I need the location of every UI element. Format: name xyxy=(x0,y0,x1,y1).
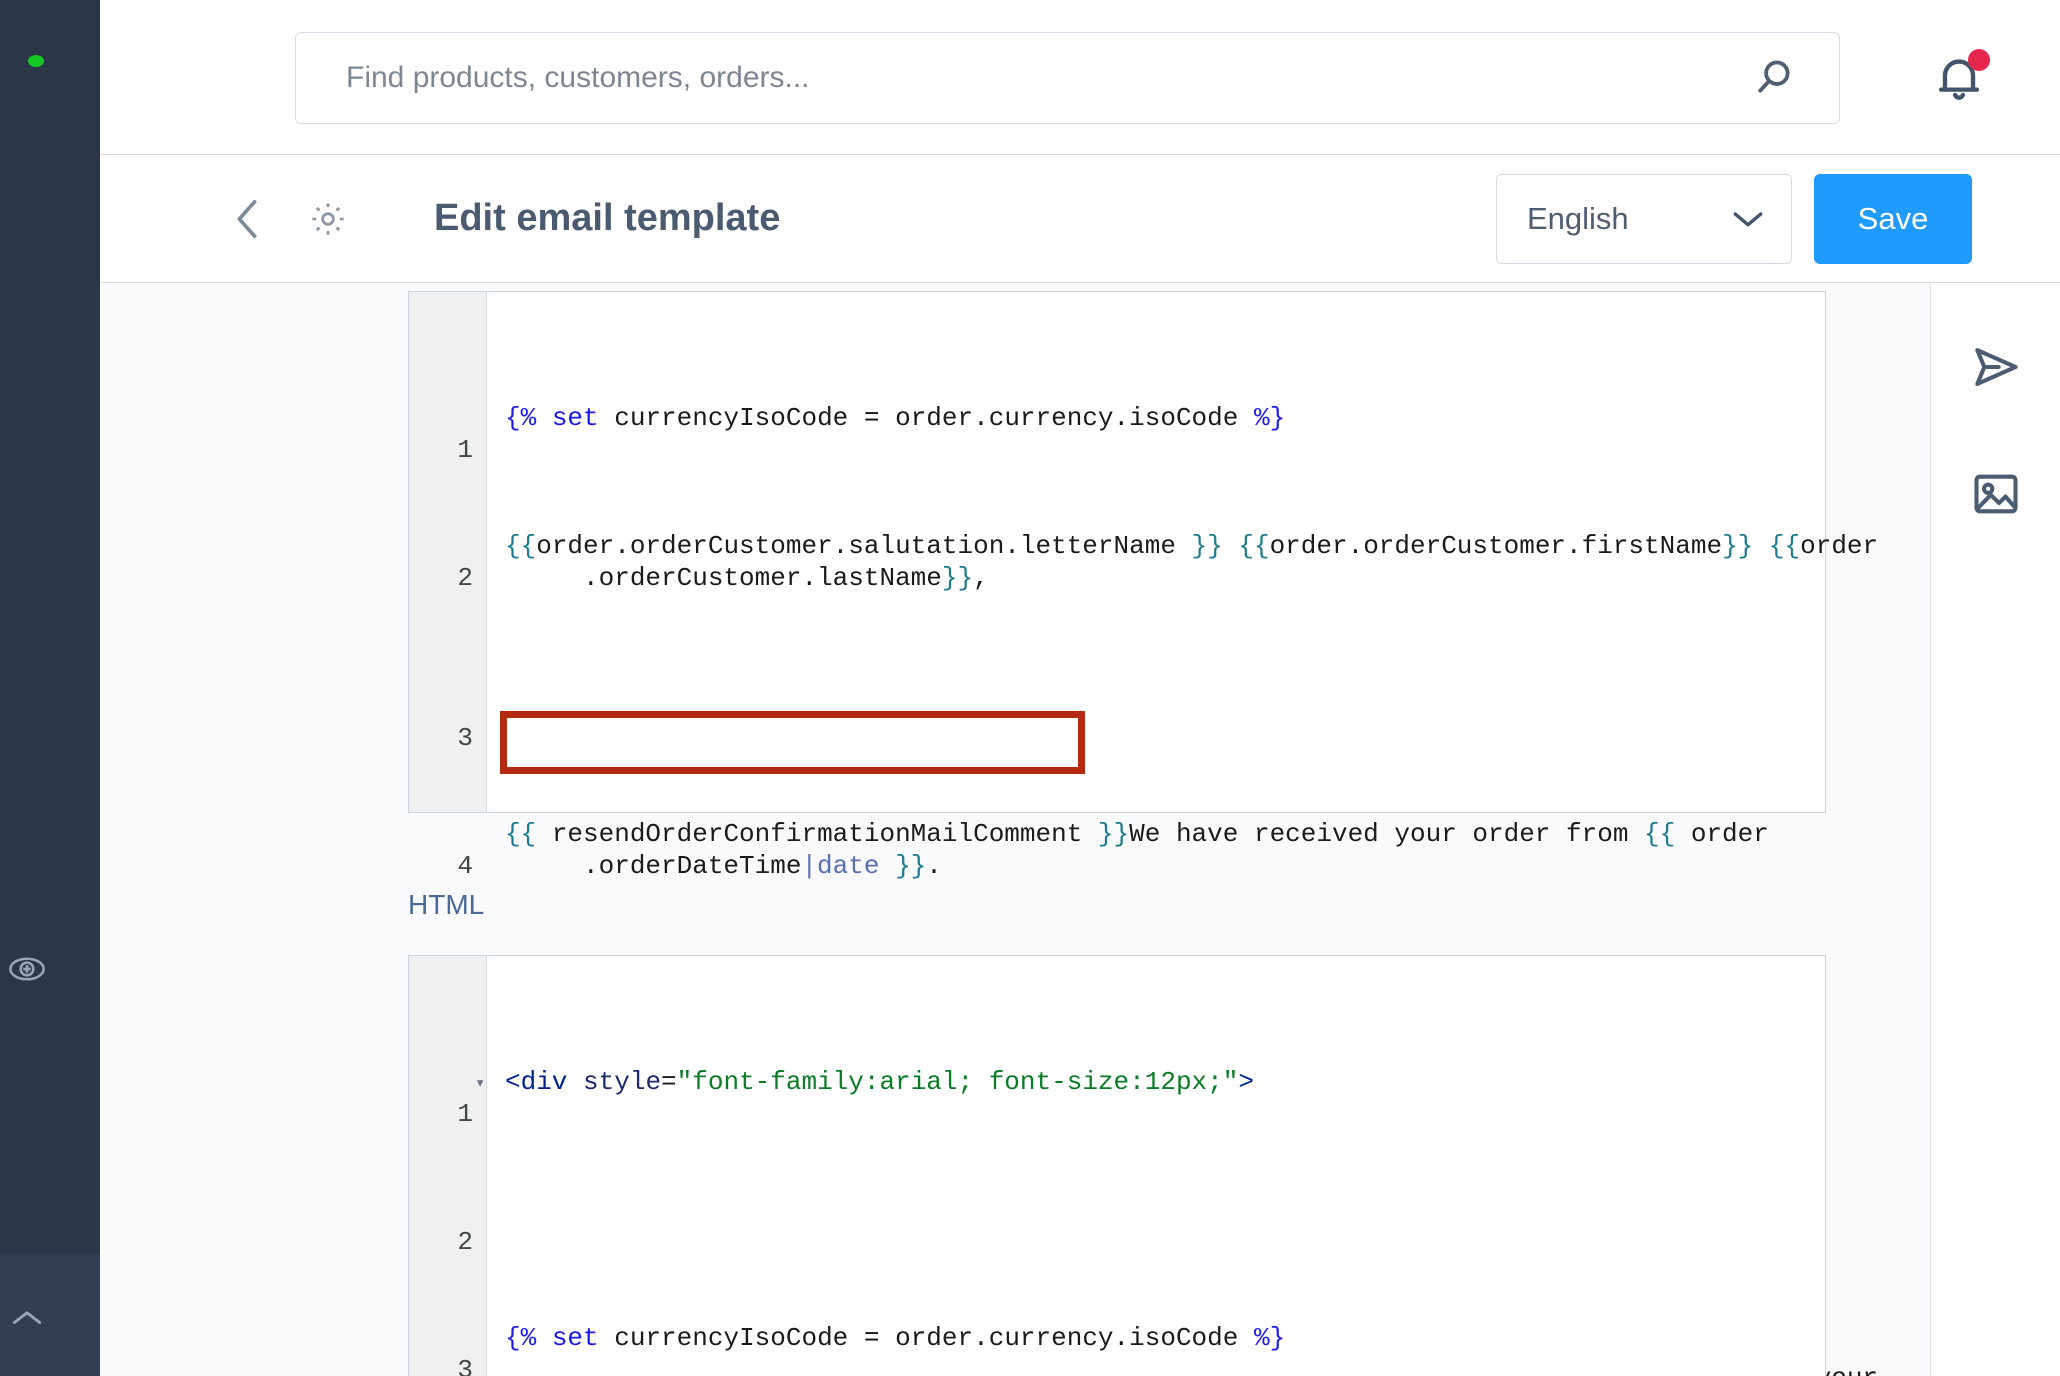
image-icon[interactable] xyxy=(1970,468,2022,520)
line-text: {{order.orderCustomer.salutation.letterN… xyxy=(505,531,1879,593)
page-title: Edit email template xyxy=(434,197,781,239)
notification-badge xyxy=(1968,49,1990,71)
code-line: 2 xyxy=(409,1194,1825,1257)
global-topbar xyxy=(100,0,2060,155)
green-status-dot xyxy=(28,55,44,67)
line-text: {% set currencyIsoCode = order.currency.… xyxy=(505,403,1286,433)
notifications-bell[interactable] xyxy=(1930,49,1990,108)
sidebar xyxy=(0,0,100,1376)
code-line: 1 {% set currencyIsoCode = order.currenc… xyxy=(409,402,1825,465)
app-root: Edit email template English Save 1 xyxy=(0,0,2060,1376)
global-search[interactable] xyxy=(295,32,1840,124)
line-text: {{ resendOrderConfirmationMailComment }}… xyxy=(505,819,1769,881)
search-input[interactable] xyxy=(296,33,1751,123)
plus-circle-icon[interactable] xyxy=(8,950,46,988)
line-number: 2 xyxy=(457,1227,473,1257)
html-editor-code[interactable]: 1 ▾ <div style="font-family:arial; font-… xyxy=(409,956,1825,1376)
line-number: 4 xyxy=(457,851,473,881)
plain-text-editor[interactable]: 1 {% set currencyIsoCode = order.currenc… xyxy=(408,291,1878,1376)
page-header: Edit email template English Save xyxy=(100,155,2060,283)
fold-toggle-icon[interactable]: ▾ xyxy=(475,1069,485,1101)
html-section-label: HTML xyxy=(408,889,485,920)
line-text: {% set currencyIsoCode = order.currency.… xyxy=(505,1323,1286,1353)
language-select-value: English xyxy=(1527,200,1629,236)
code-line-highlighted: 4 {{ resendOrderConfirmationMailComment … xyxy=(409,818,1825,882)
chevron-up-icon[interactable] xyxy=(10,1306,44,1328)
code-line: 3 xyxy=(409,690,1825,753)
line-text: <div style="font-family:arial; font-size… xyxy=(505,1067,1254,1097)
html-editor[interactable]: 1 ▾ <div style="font-family:arial; font-… xyxy=(408,955,1826,1376)
search-icon[interactable] xyxy=(1751,55,1797,101)
main-column: Edit email template English Save 1 xyxy=(100,0,2060,1376)
code-line: 3 {% set currencyIsoCode = order.currenc… xyxy=(409,1322,1825,1376)
template-editors-area: 1 {% set currencyIsoCode = order.currenc… xyxy=(100,283,2060,1376)
code-line: 2 {{order.orderCustomer.salutation.lette… xyxy=(409,530,1878,594)
gear-icon[interactable] xyxy=(308,199,348,239)
line-number: 1 xyxy=(457,1099,473,1129)
right-toolbar xyxy=(1930,283,2060,1376)
line-number: 3 xyxy=(457,723,473,753)
line-number: 2 xyxy=(457,563,473,593)
chevron-left-icon[interactable] xyxy=(230,196,264,242)
chevron-down-icon xyxy=(1731,208,1765,230)
line-number: 1 xyxy=(457,435,473,465)
send-icon[interactable] xyxy=(1970,341,2022,393)
line-number: 3 xyxy=(457,1355,473,1376)
code-line: 1 ▾ <div style="font-family:arial; font-… xyxy=(409,1066,1825,1129)
language-select[interactable]: English xyxy=(1496,173,1792,264)
save-button[interactable]: Save xyxy=(1814,173,1972,264)
